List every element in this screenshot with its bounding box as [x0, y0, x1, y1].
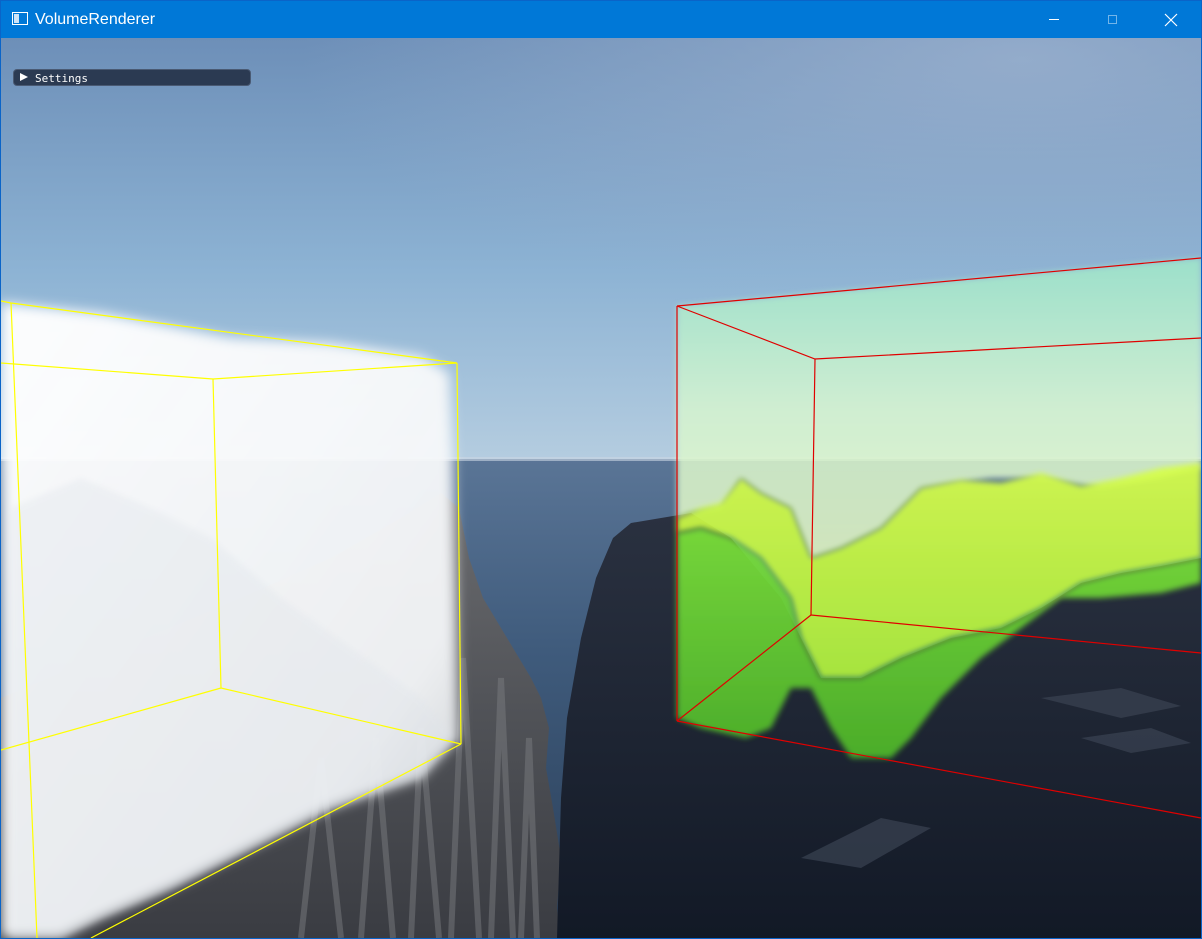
- app-window: VolumeRenderer Settings: [0, 0, 1202, 939]
- settings-collapsing-header[interactable]: Settings: [13, 69, 251, 86]
- window-title: VolumeRenderer: [35, 11, 156, 28]
- render-viewport[interactable]: [1, 38, 1201, 938]
- minimize-icon: [1049, 19, 1059, 20]
- close-button[interactable]: [1142, 1, 1200, 38]
- scene-canvas[interactable]: [1, 38, 1201, 938]
- expand-arrow-icon: [20, 73, 28, 81]
- close-icon: [1164, 13, 1178, 26]
- maximize-button[interactable]: [1083, 1, 1141, 38]
- minimize-button[interactable]: [1025, 1, 1083, 38]
- maximize-icon: [1107, 15, 1117, 24]
- app-window-icon: [12, 12, 28, 25]
- settings-label: Settings: [35, 72, 88, 85]
- title-bar[interactable]: VolumeRenderer: [1, 1, 1201, 38]
